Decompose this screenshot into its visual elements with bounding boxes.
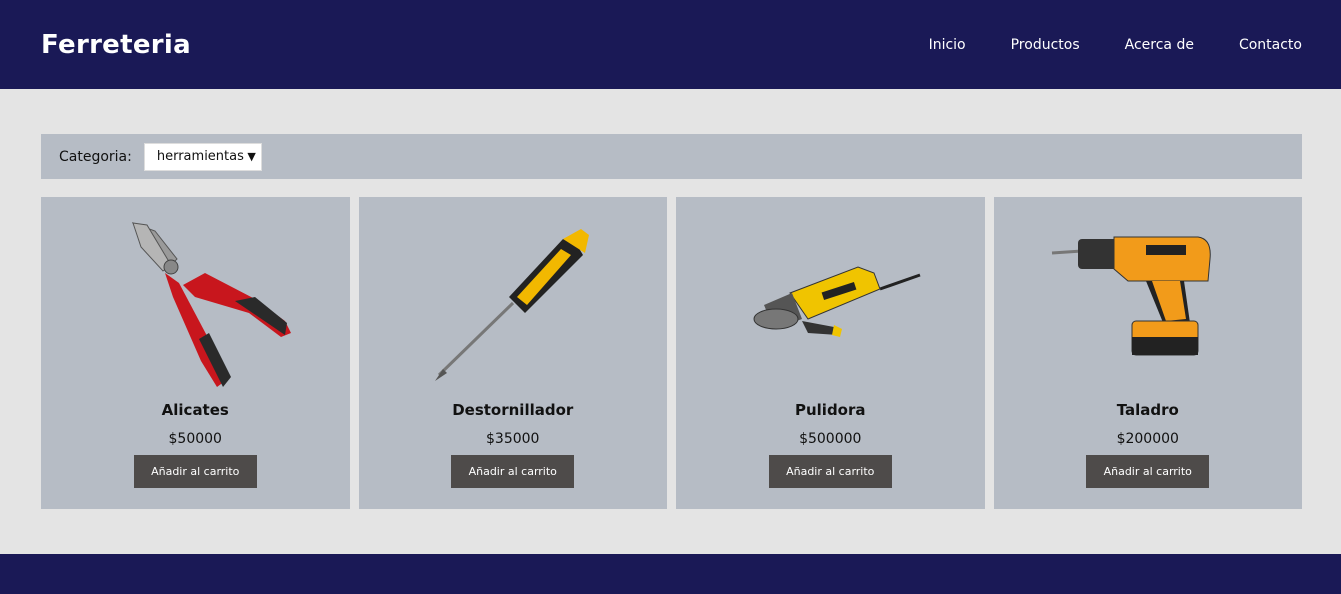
add-to-cart-button[interactable]: Añadir al carrito bbox=[133, 455, 257, 488]
nav-productos[interactable]: Productos bbox=[1011, 37, 1080, 53]
category-select[interactable]: herramientas ▼ bbox=[143, 142, 262, 171]
angle-grinder-icon bbox=[730, 201, 930, 401]
product-card: Taladro $200000 Añadir al carrito bbox=[993, 197, 1302, 509]
add-to-cart-button[interactable]: Añadir al carrito bbox=[451, 455, 575, 488]
pliers-icon bbox=[95, 201, 295, 401]
main-nav: Inicio Productos Acerca de Contacto bbox=[884, 37, 1302, 53]
site-footer bbox=[0, 554, 1341, 594]
main-content: Categoria: herramientas ▼ Alicates $5000… bbox=[0, 89, 1341, 509]
product-price: $50000 bbox=[168, 431, 222, 447]
product-price: $35000 bbox=[486, 431, 540, 447]
add-to-cart-button[interactable]: Añadir al carrito bbox=[1086, 455, 1210, 488]
product-card: Alicates $50000 Añadir al carrito bbox=[41, 197, 350, 509]
nav-acerca-de[interactable]: Acerca de bbox=[1125, 37, 1194, 53]
nav-contacto[interactable]: Contacto bbox=[1239, 37, 1302, 53]
product-price: $200000 bbox=[1116, 431, 1179, 447]
site-header: Ferreteria Inicio Productos Acerca de Co… bbox=[0, 0, 1341, 89]
category-selected-value: herramientas bbox=[156, 149, 244, 164]
nav-inicio[interactable]: Inicio bbox=[929, 37, 966, 53]
product-card: Pulidora $500000 Añadir al carrito bbox=[676, 197, 985, 509]
product-name: Destornillador bbox=[452, 401, 574, 419]
brand-logo[interactable]: Ferreteria bbox=[41, 30, 191, 60]
product-card: Destornillador $35000 Añadir al carrito bbox=[358, 197, 667, 509]
category-label: Categoria: bbox=[59, 148, 132, 165]
product-grid: Alicates $50000 Añadir al carrito Destor… bbox=[41, 197, 1302, 509]
product-name: Alicates bbox=[161, 401, 229, 419]
product-price: $500000 bbox=[799, 431, 862, 447]
product-name: Taladro bbox=[1116, 401, 1179, 419]
chevron-down-icon: ▼ bbox=[247, 150, 256, 163]
product-name: Pulidora bbox=[794, 401, 866, 419]
category-filter-bar: Categoria: herramientas ▼ bbox=[41, 134, 1302, 179]
screwdriver-icon bbox=[413, 201, 613, 401]
drill-icon bbox=[1048, 201, 1248, 401]
add-to-cart-button[interactable]: Añadir al carrito bbox=[768, 455, 892, 488]
